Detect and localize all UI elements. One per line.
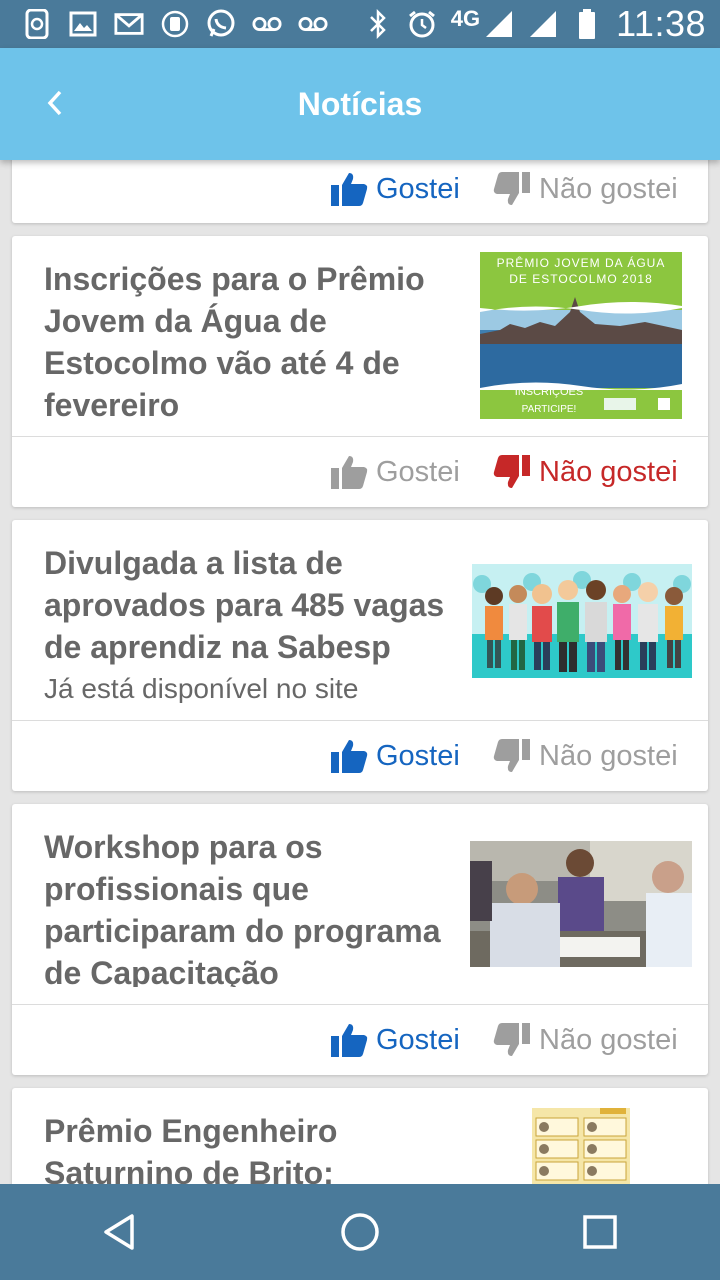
nav-recents-button[interactable] [555, 1187, 645, 1277]
app-bar: Notícias [0, 48, 720, 160]
image-text: INSCRIÇÕES [514, 386, 584, 398]
clock: 11:38 [616, 3, 706, 44]
whatsapp-icon [206, 9, 236, 39]
dislike-label: Não gostei [539, 455, 678, 488]
thumbs-up-icon [331, 1024, 368, 1057]
card-subtitle: Já está disponível no site [44, 673, 359, 703]
voicemail-icon [298, 9, 328, 39]
card-thumbnail: PRÊMIO JOVEM DA ÁGUA DE ESTOCOLMO 2018 I… [480, 252, 682, 419]
news-card[interactable]: Inscrições para o Prêmio Jovem da Água d… [12, 236, 708, 507]
signal-icon [484, 9, 514, 39]
triangle-back-icon [104, 1214, 134, 1250]
thumbs-down-icon [493, 1023, 530, 1056]
page-title: Notícias [297, 86, 423, 122]
bluetooth-icon [363, 9, 393, 39]
app-update-icon [160, 9, 190, 39]
like-label: Gostei [376, 455, 460, 488]
nav-home-button[interactable] [315, 1187, 405, 1277]
card-thumbnail [472, 564, 692, 678]
image-text: DE ESTOCOLMO 2018 [509, 272, 653, 286]
like-button[interactable]: Gostei [330, 160, 460, 224]
alarm-icon [407, 9, 437, 39]
like-label: Gostei [376, 172, 460, 205]
system-nav-bar [0, 1184, 720, 1280]
like-button[interactable]: Gostei [330, 1005, 460, 1075]
like-button[interactable]: Gostei [330, 721, 460, 791]
news-feed[interactable]: Gostei Não gostei Inscrições para o Prêm… [0, 160, 720, 1184]
mail-icon [114, 9, 144, 39]
news-card[interactable]: Gostei Não gostei [12, 160, 708, 223]
dislike-button[interactable]: Não gostei [493, 437, 678, 507]
image-text: PRÊMIO JOVEM DA ÁGUA [496, 256, 666, 270]
battery-icon [572, 9, 602, 39]
news-card[interactable]: Divulgada a lista de aprovados para 485 … [12, 520, 708, 791]
card-actions: Gostei Não gostei [12, 721, 708, 791]
card-title: Inscrições para o Prêmio Jovem da Água d… [44, 261, 425, 423]
card-actions: Gostei Não gostei [12, 437, 708, 507]
card-title: Divulgada a lista de aprovados para 485 … [44, 545, 445, 665]
image-text: PARTICIPE! [521, 404, 577, 415]
thumbs-up-icon [331, 173, 368, 206]
signal-icon [528, 9, 558, 39]
nav-back-button[interactable] [75, 1187, 165, 1277]
card-actions: Gostei Não gostei [12, 160, 708, 224]
dislike-button[interactable]: Não gostei [493, 721, 678, 791]
dislike-label: Não gostei [539, 172, 678, 205]
card-actions: Gostei Não gostei [12, 1005, 708, 1075]
card-title: Workshop para os profissionais que parti… [44, 829, 441, 987]
thumbs-up-icon [331, 740, 368, 773]
thumbs-up-icon [331, 456, 368, 489]
network-type: 4G [450, 6, 481, 31]
thumbs-down-icon [493, 172, 530, 205]
news-card[interactable]: Prêmio Engenheiro Saturnino de Brito: [12, 1088, 708, 1184]
voicemail-icon [252, 9, 282, 39]
card-title: Prêmio Engenheiro Saturnino de Brito: [44, 1113, 338, 1184]
news-card[interactable]: Workshop para os profissionais que parti… [12, 804, 708, 1075]
like-label: Gostei [376, 739, 460, 772]
chevron-left-icon [47, 90, 62, 116]
dislike-label: Não gostei [539, 1023, 678, 1056]
thumbs-down-icon [493, 455, 530, 488]
dislike-label: Não gostei [539, 739, 678, 772]
back-button[interactable] [30, 78, 80, 128]
card-thumbnail [532, 1108, 630, 1184]
like-button[interactable]: Gostei [330, 437, 460, 507]
device-sync-icon [22, 9, 52, 39]
image-icon [68, 9, 98, 39]
card-thumbnail [470, 841, 692, 967]
dislike-button[interactable]: Não gostei [493, 160, 678, 224]
thumbs-down-icon [493, 739, 530, 772]
dislike-button[interactable]: Não gostei [493, 1005, 678, 1075]
like-label: Gostei [376, 1023, 460, 1056]
square-recents-icon [583, 1215, 617, 1249]
circle-home-icon [341, 1213, 379, 1251]
status-bar: 4G 11:38 [0, 0, 720, 48]
